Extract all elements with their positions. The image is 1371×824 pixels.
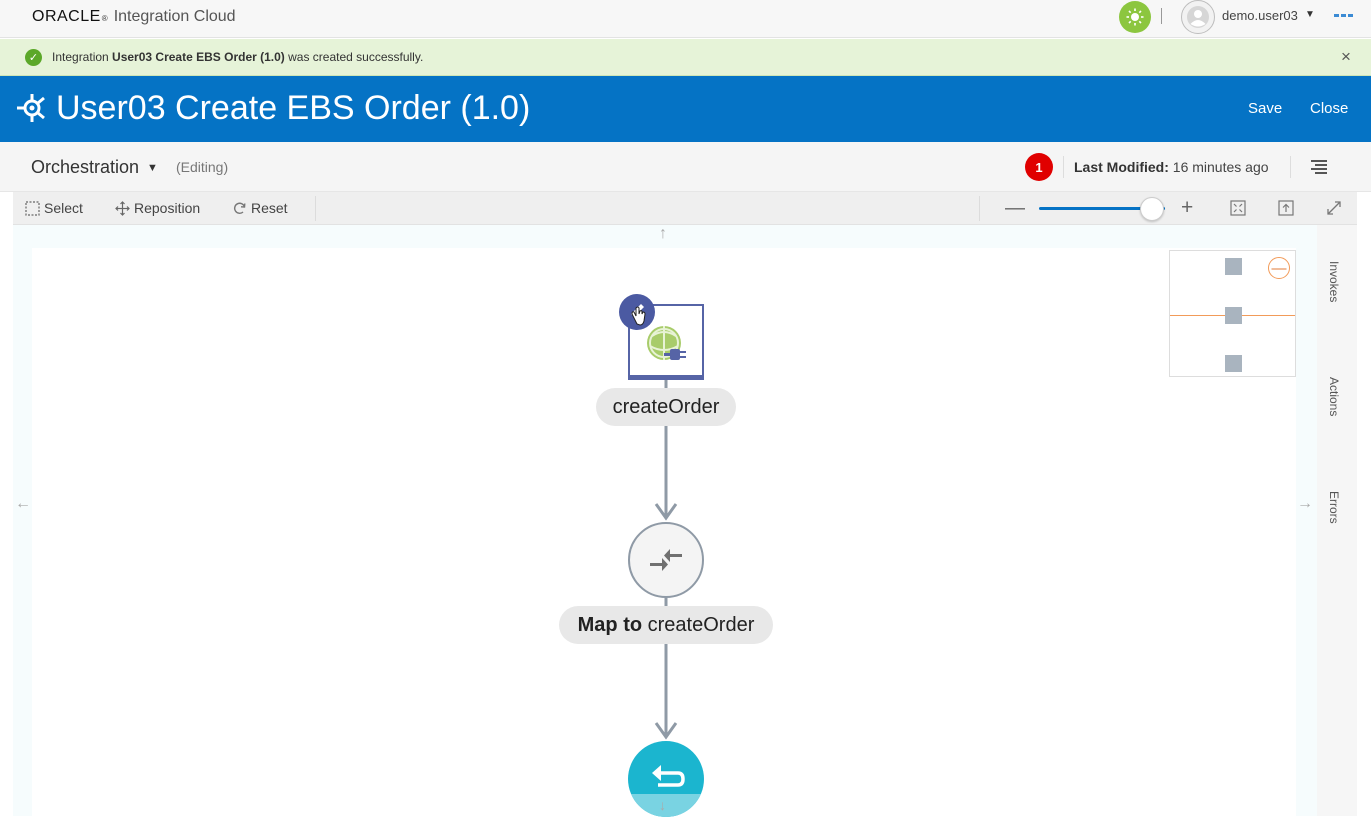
scroll-right-arrow-icon[interactable]: →: [1297, 495, 1313, 513]
chevron-down-icon[interactable]: ▼: [1305, 9, 1315, 20]
sun-icon: [1126, 8, 1144, 26]
divider: [979, 196, 980, 221]
minimap-node: [1225, 307, 1242, 324]
oracle-logo: ORACLE: [32, 8, 101, 25]
success-banner: ✓ Integration User03 Create EBS Order (1…: [0, 39, 1371, 76]
map-node-label-target: createOrder: [647, 613, 755, 636]
scroll-down-arrow-icon[interactable]: ↓: [659, 797, 666, 813]
map-node-label[interactable]: Map to createOrder: [559, 606, 773, 644]
canvas-toolbar: Select Reposition Reset — +: [13, 192, 1357, 225]
zoom-out-icon[interactable]: —: [1005, 197, 1025, 220]
last-modified-value: 16 minutes ago: [1172, 159, 1269, 175]
subheader: Orchestration ▼ (Editing) 1 Last Modifie…: [0, 142, 1371, 192]
map-arrows-icon: [650, 549, 682, 571]
more-dots-icon[interactable]: [1334, 9, 1356, 21]
view-selector[interactable]: Orchestration: [31, 157, 139, 178]
banner-message: Integration User03 Create EBS Order (1.0…: [52, 50, 423, 64]
divider: [1063, 156, 1064, 178]
avatar[interactable]: [1181, 0, 1215, 34]
edit-status: (Editing): [176, 159, 229, 175]
scroll-up-arrow-icon[interactable]: ↑: [659, 225, 667, 243]
brand: ORACLE ® Integration Cloud: [32, 8, 236, 26]
reset-label: Reset: [251, 200, 288, 216]
return-arrow-icon: [652, 765, 685, 787]
integration-header: User03 Create EBS Order (1.0) Save Close: [0, 76, 1371, 142]
move-icon: [115, 200, 130, 216]
select-label: Select: [44, 200, 83, 216]
actual-size-icon[interactable]: [1278, 200, 1294, 216]
fit-to-screen-icon[interactable]: [1230, 200, 1246, 216]
minimap-node: [1225, 258, 1242, 275]
top-bar: ORACLE ® Integration Cloud demo.user03 ▼: [0, 0, 1371, 38]
zoom-slider-handle[interactable]: [1140, 197, 1165, 221]
right-rail: Invokes Actions Errors: [1317, 225, 1357, 816]
divider: [1290, 156, 1291, 178]
banner-prefix: Integration: [52, 50, 113, 64]
zoom-in-icon[interactable]: +: [1181, 196, 1193, 220]
user-name[interactable]: demo.user03: [1222, 8, 1298, 23]
fullscreen-icon[interactable]: [1326, 200, 1342, 216]
scroll-left-arrow-icon[interactable]: ←: [15, 495, 31, 513]
hamburger-menu-icon[interactable]: [1311, 160, 1327, 174]
minimap-node: [1225, 355, 1242, 372]
banner-integration-name: User03 Create EBS Order (1.0): [112, 50, 285, 64]
error-count-badge[interactable]: 1: [1025, 153, 1053, 181]
return-node[interactable]: [628, 741, 704, 817]
tab-actions[interactable]: Actions: [1327, 377, 1341, 416]
last-modified-label: Last Modified:: [1074, 159, 1169, 175]
tab-invokes[interactable]: Invokes: [1327, 261, 1341, 302]
tab-errors[interactable]: Errors: [1327, 491, 1341, 524]
last-modified: Last Modified: 16 minutes ago: [1074, 159, 1269, 175]
close-icon[interactable]: ×: [1341, 47, 1351, 67]
close-button[interactable]: Close: [1310, 100, 1348, 117]
select-button[interactable]: Select: [25, 200, 83, 216]
pencil-icon: [631, 304, 646, 326]
refresh-icon: [233, 202, 246, 214]
invoke-node-label[interactable]: createOrder: [596, 388, 736, 426]
marquee-select-icon: [25, 200, 40, 216]
banner-suffix: was created successfully.: [284, 50, 424, 64]
minimap[interactable]: —: [1169, 250, 1296, 377]
edit-badge[interactable]: [619, 294, 655, 330]
reposition-label: Reposition: [134, 200, 201, 216]
integration-icon: [17, 94, 45, 122]
reposition-button[interactable]: Reposition: [115, 200, 200, 216]
registered-mark: ®: [101, 14, 108, 23]
divider: [1161, 8, 1162, 24]
divider: [315, 196, 316, 221]
minimap-collapse-icon[interactable]: —: [1268, 257, 1290, 279]
theme-toggle-button[interactable]: [1119, 1, 1151, 33]
product-name: Integration Cloud: [113, 8, 236, 25]
page-title: User03 Create EBS Order (1.0): [56, 89, 531, 127]
user-icon: [1187, 6, 1209, 28]
map-node-label-bold: Map to: [577, 613, 643, 636]
check-circle-icon: ✓: [25, 49, 42, 66]
save-button[interactable]: Save: [1248, 100, 1282, 117]
reset-button[interactable]: Reset: [232, 200, 288, 216]
chevron-down-icon[interactable]: ▼: [147, 162, 158, 174]
map-node[interactable]: [628, 522, 704, 598]
